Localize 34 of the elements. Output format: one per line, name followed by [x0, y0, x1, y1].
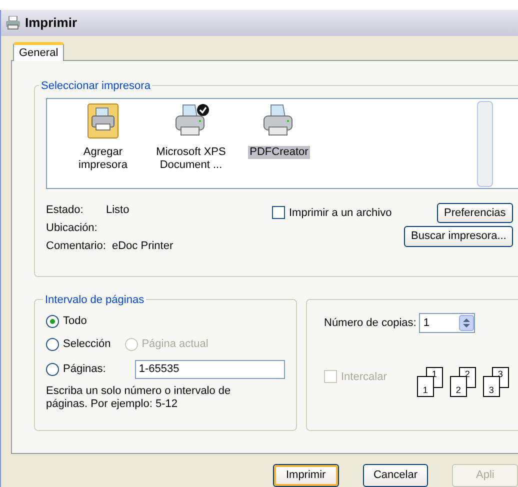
- pages-field[interactable]: 1-65535: [134, 360, 285, 379]
- printer-label[interactable]: Microsoft XPS Document ...: [149, 146, 233, 172]
- status-label: Estado:: [46, 202, 84, 218]
- checkbox-label: Imprimir a un archivo: [289, 206, 392, 221]
- comment-label: Comentario:: [46, 238, 107, 254]
- group-title: Intervalo de páginas: [43, 292, 146, 308]
- preferences-button[interactable]: Preferencias: [437, 202, 513, 223]
- spin-arrows-icon[interactable]: [459, 314, 474, 331]
- radio-button[interactable]: [46, 338, 59, 351]
- checkbox[interactable]: [272, 206, 285, 220]
- tab[interactable]: General: [13, 42, 64, 61]
- printer-label[interactable]: Agregar impresora: [61, 146, 145, 172]
- radio-button[interactable]: [46, 314, 59, 328]
- add-printer-icon: [87, 102, 119, 139]
- checkbox-label: Intercalar: [341, 370, 387, 385]
- radio-label: Selección: [63, 337, 111, 352]
- status-value: Listo: [106, 202, 130, 218]
- copies-spinner[interactable]: 1: [419, 312, 476, 333]
- printer-label[interactable]: PDFCreator: [248, 146, 310, 159]
- copies-label: Número de copias:: [324, 316, 416, 331]
- location-label: Ubicación:: [46, 220, 98, 236]
- dialog-button[interactable]: Imprimir: [273, 464, 339, 487]
- find-printer-button[interactable]: Buscar impresora...: [404, 226, 514, 247]
- radio-button[interactable]: [46, 362, 59, 376]
- printer-icon: [5, 16, 21, 30]
- radio-label: Todo: [63, 314, 87, 330]
- dialog-button[interactable]: Cancelar: [362, 464, 428, 487]
- comment-value: eDoc Printer: [112, 238, 174, 254]
- window-title: Imprimir: [25, 14, 78, 32]
- radio-label: Páginas:: [63, 362, 106, 378]
- copies-value: 1: [423, 316, 430, 331]
- hint-text: Escriba un solo número o intervalo de páginas. Por ejemplo: 5-12: [46, 384, 232, 411]
- scrollbar[interactable]: [477, 100, 493, 187]
- radio-label: Página actual: [142, 337, 208, 352]
